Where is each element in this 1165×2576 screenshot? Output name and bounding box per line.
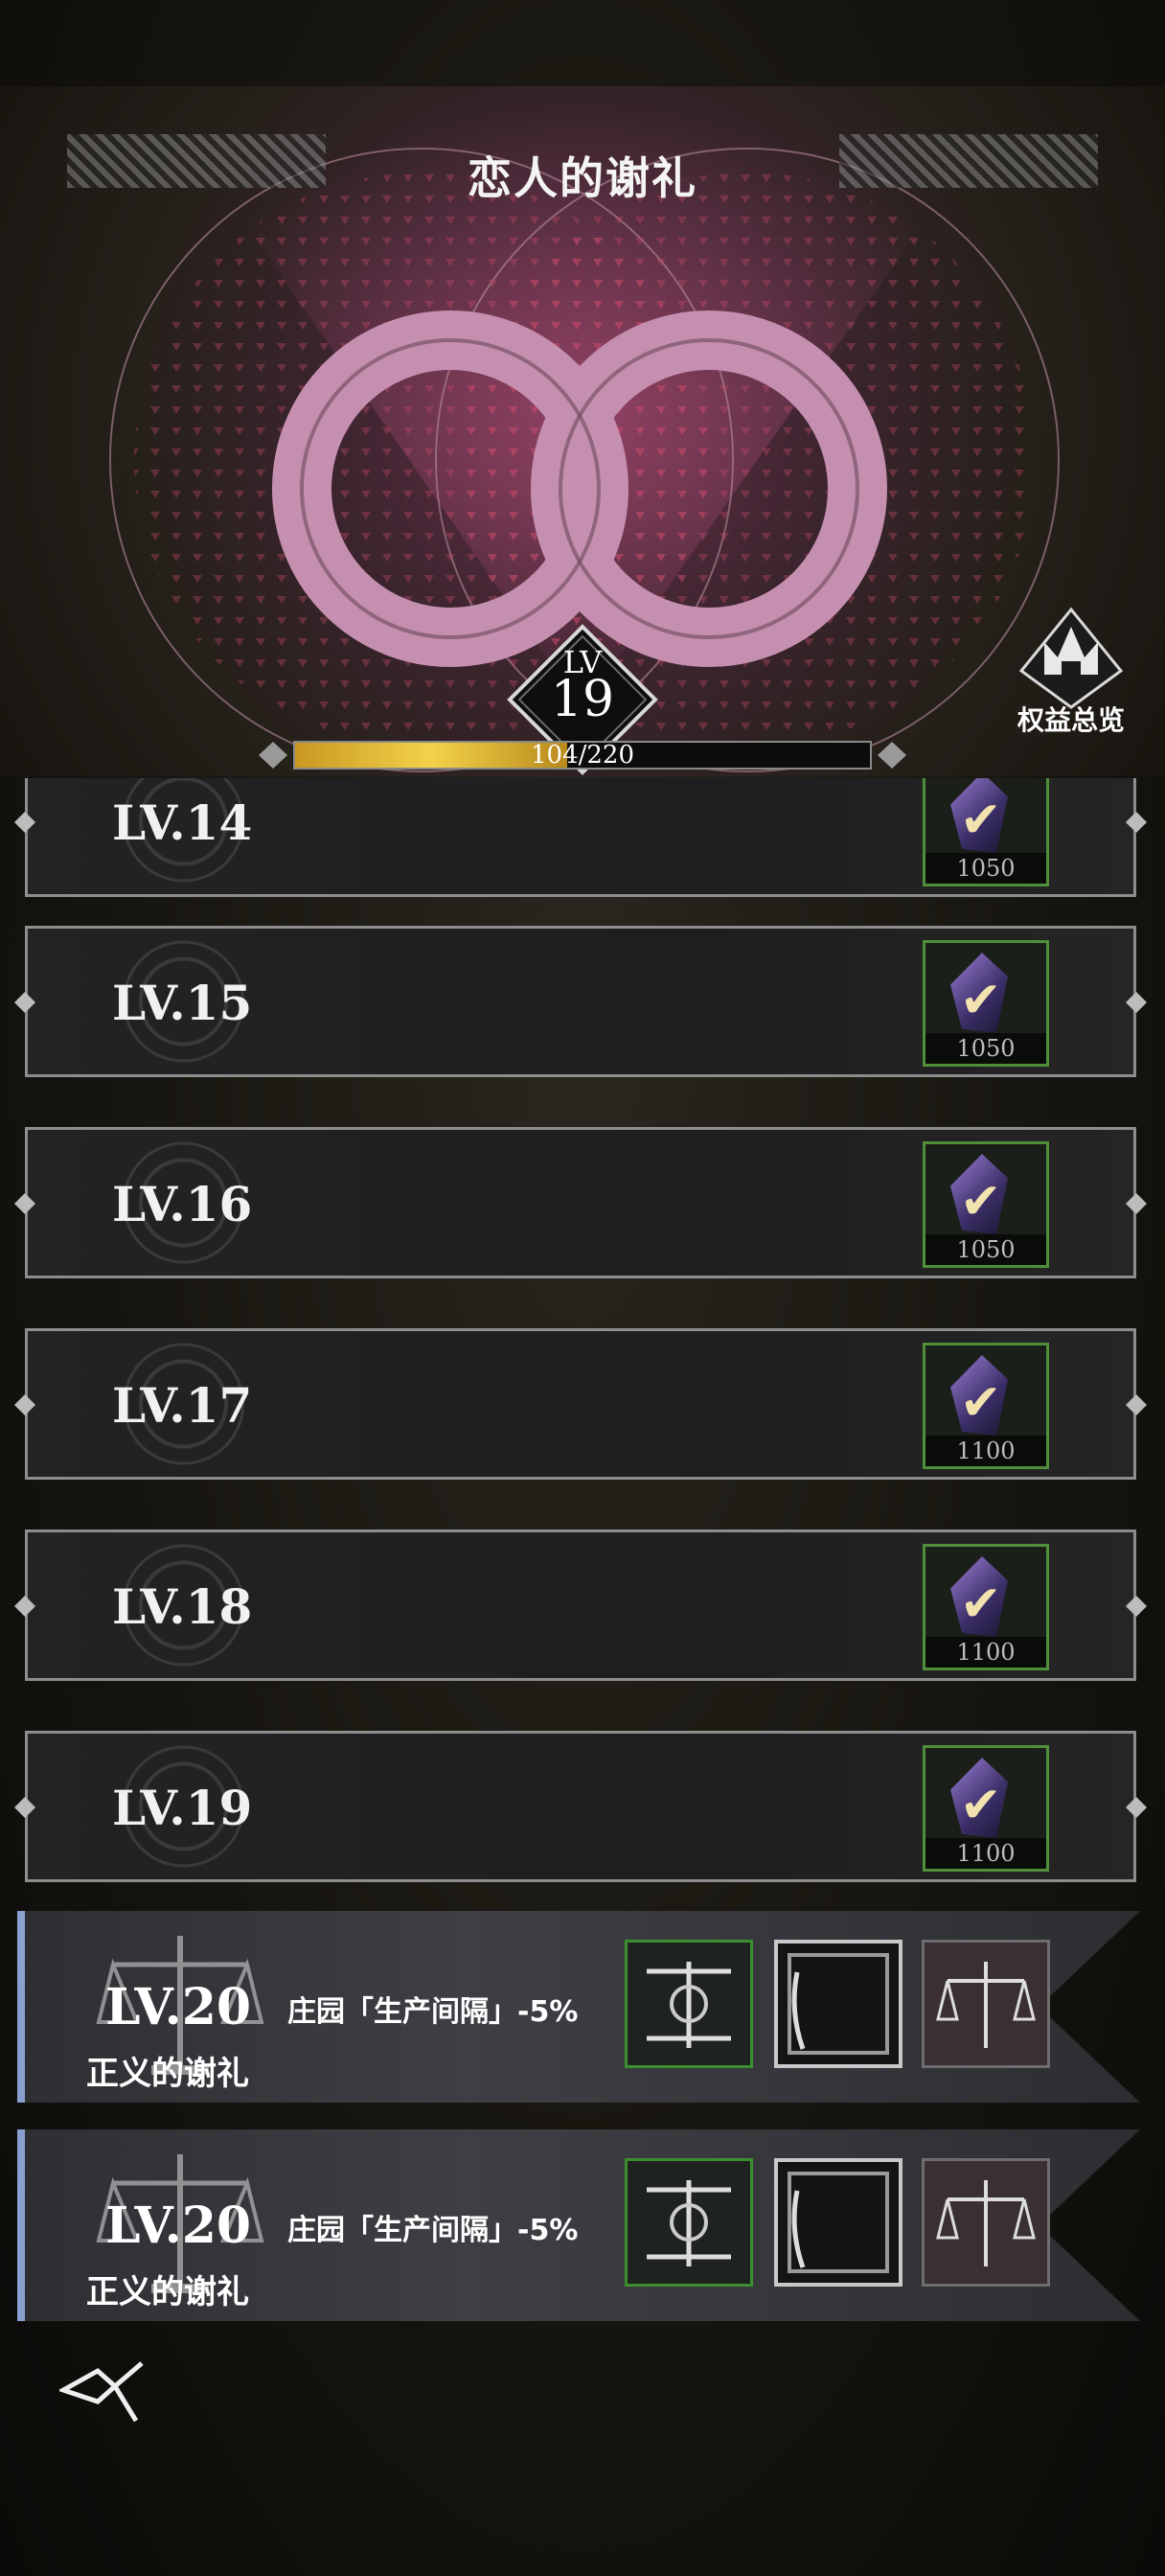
- premium-reward-desc: 庄园「生产间隔」-5%: [287, 2214, 579, 2247]
- rights-overview-button[interactable]: 权益总览: [1006, 604, 1136, 738]
- reward-item[interactable]: ✔ 1100: [923, 1343, 1049, 1469]
- check-icon: ✔: [960, 792, 1002, 849]
- avatar-frame-item-icon[interactable]: [774, 1940, 902, 2068]
- reward-count: 1100: [925, 1436, 1046, 1466]
- row-diamond-left: [14, 1394, 35, 1415]
- premium-level-label: LV.20: [105, 2196, 252, 2255]
- back-logo-icon[interactable]: [59, 2358, 148, 2425]
- row-diamond-right: [1126, 1394, 1147, 1415]
- premium-level-label: LV.20: [105, 1978, 252, 2036]
- reward-count: 1100: [925, 1637, 1046, 1668]
- row-level-label: LV.15: [112, 975, 253, 1031]
- reward-row[interactable]: LV.18 ✔ 1100: [14, 1530, 1147, 1681]
- reward-item[interactable]: ✔ 1050: [923, 778, 1049, 886]
- row-diamond-left: [14, 1797, 35, 1818]
- progress-track: 104/220: [293, 741, 872, 770]
- row-level-label: LV.14: [112, 794, 253, 851]
- reward-row[interactable]: LV.14 ✔ 1050: [14, 778, 1147, 897]
- check-icon: ✔: [960, 1173, 1002, 1230]
- progress-cap-right: [878, 742, 906, 769]
- level-value: 19: [550, 671, 615, 728]
- sword-item-icon[interactable]: [625, 2158, 753, 2287]
- rights-overview-label: 权益总览: [1017, 704, 1125, 736]
- row-diamond-left: [14, 812, 35, 833]
- reward-list[interactable]: LV.14 ✔ 1050 LV.15 ✔ 1050 LV.16 ✔ 1050 L…: [0, 778, 1165, 2331]
- sword-item-icon[interactable]: [625, 1940, 753, 2068]
- reward-item[interactable]: ✔ 1050: [923, 940, 1049, 1067]
- avatar-frame-item-icon[interactable]: [774, 2158, 902, 2287]
- row-diamond-left: [14, 1193, 35, 1214]
- progress-text: 104/220: [530, 741, 634, 770]
- row-diamond-right: [1126, 1797, 1147, 1818]
- reward-count: 1050: [925, 853, 1046, 884]
- premium-reward-row[interactable]: LV.20 正义的谢礼 庄园「生产间隔」-5%: [17, 1911, 1140, 2103]
- row-level-label: LV.19: [112, 1780, 253, 1836]
- row-diamond-right: [1126, 812, 1147, 833]
- reward-row[interactable]: LV.15 ✔ 1050: [14, 926, 1147, 1077]
- row-diamond-left: [14, 992, 35, 1013]
- check-icon: ✔: [960, 1576, 1002, 1633]
- reward-row[interactable]: LV.16 ✔ 1050: [14, 1127, 1147, 1278]
- premium-reward-desc: 庄园「生产间隔」-5%: [287, 1995, 579, 2029]
- reward-item[interactable]: ✔ 1050: [923, 1141, 1049, 1268]
- row-diamond-right: [1126, 1193, 1147, 1214]
- progress-cap-left: [259, 742, 287, 769]
- row-level-label: LV.16: [112, 1176, 253, 1232]
- row-diamond-right: [1126, 992, 1147, 1013]
- check-icon: ✔: [960, 1777, 1002, 1834]
- scales-badge-item-icon[interactable]: [922, 1940, 1050, 2068]
- reward-count: 1100: [925, 1838, 1046, 1869]
- experience-progress: 104/220: [259, 738, 906, 772]
- premium-reward-row[interactable]: LV.20 正义的谢礼 庄园「生产间隔」-5%: [17, 2129, 1140, 2321]
- check-icon: ✔: [960, 972, 1002, 1029]
- reward-count: 1050: [925, 1234, 1046, 1265]
- premium-row-edge: [17, 1911, 25, 2103]
- premium-row-edge: [17, 2129, 25, 2321]
- row-level-label: LV.17: [112, 1377, 253, 1434]
- scales-badge-item-icon[interactable]: [922, 2158, 1050, 2287]
- reward-item[interactable]: ✔ 1100: [923, 1544, 1049, 1670]
- premium-reward-name: 正义的谢礼: [86, 2055, 249, 2093]
- reward-item[interactable]: ✔ 1100: [923, 1745, 1049, 1872]
- crown-icon: [1018, 607, 1124, 709]
- row-diamond-right: [1126, 1596, 1147, 1617]
- page-title: 恋人的谢礼: [468, 152, 697, 204]
- check-icon: ✔: [960, 1374, 1002, 1432]
- row-level-label: LV.18: [112, 1578, 253, 1635]
- reward-row[interactable]: LV.17 ✔ 1100: [14, 1328, 1147, 1480]
- row-diamond-left: [14, 1596, 35, 1617]
- reward-count: 1050: [925, 1033, 1046, 1064]
- premium-reward-name: 正义的谢礼: [86, 2273, 249, 2312]
- reward-row[interactable]: LV.19 ✔ 1100: [14, 1731, 1147, 1882]
